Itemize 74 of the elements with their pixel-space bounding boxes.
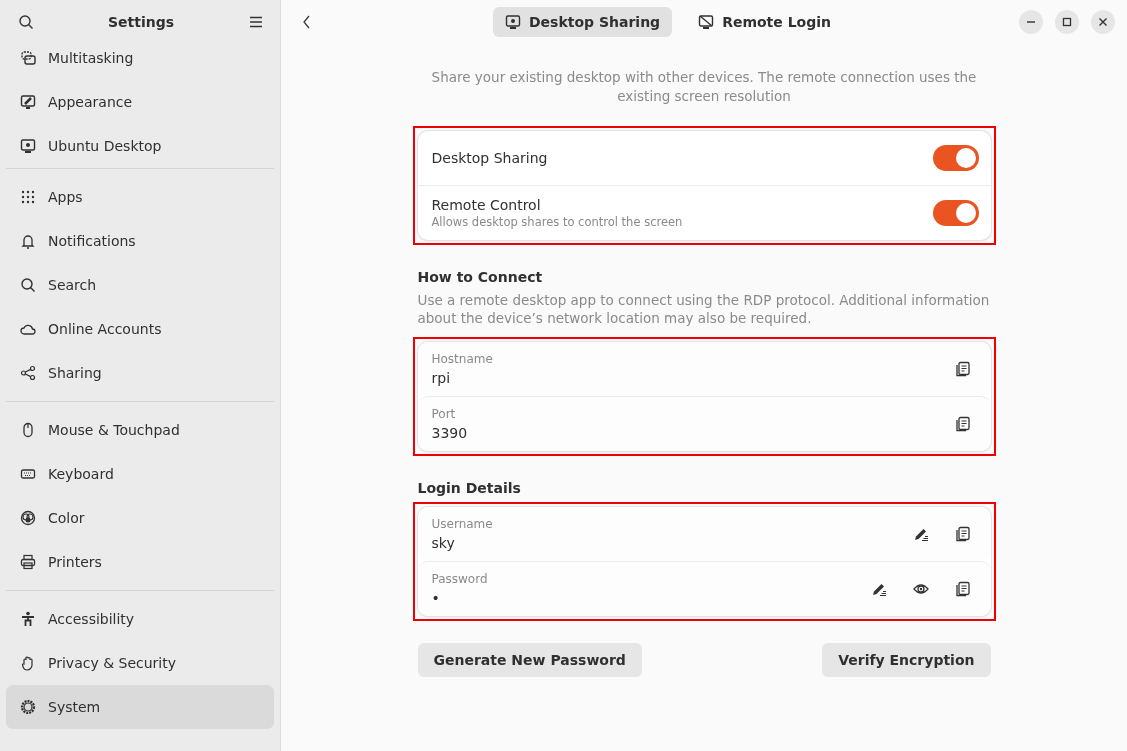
minimize-button[interactable] bbox=[1019, 10, 1043, 34]
toggle-switch[interactable] bbox=[932, 200, 979, 226]
close-button[interactable] bbox=[1091, 10, 1115, 34]
toggle-switch[interactable] bbox=[932, 145, 979, 171]
sidebar-item[interactable]: System bbox=[6, 685, 274, 729]
hand-icon bbox=[20, 655, 36, 671]
switch-label: Remote Control bbox=[431, 197, 542, 213]
printer-icon bbox=[20, 554, 36, 570]
sidebar-item[interactable]: Apps bbox=[6, 175, 274, 219]
field-label: Username bbox=[431, 517, 494, 531]
sidebar-item[interactable]: Search bbox=[6, 263, 274, 307]
pencil-icon bbox=[912, 526, 929, 542]
switch-subtitle: Allows desktop shares to control the screen bbox=[431, 215, 684, 229]
grid-icon bbox=[20, 189, 36, 205]
section-heading: Login Details bbox=[417, 480, 522, 496]
copy-button[interactable] bbox=[954, 361, 971, 377]
action-button[interactable]: Verify Encryption bbox=[822, 643, 991, 677]
copy-icon bbox=[954, 581, 971, 597]
search-icon bbox=[20, 277, 36, 293]
field-label: Hostname bbox=[431, 352, 494, 366]
bell-icon bbox=[20, 233, 36, 249]
copy-icon bbox=[954, 361, 971, 377]
field-value: rpi bbox=[431, 370, 452, 386]
search-icon bbox=[18, 14, 34, 30]
intro-text: Share your existing desktop with other devices. The remote connection uses the existing screen resolution bbox=[430, 68, 978, 106]
sidebar-item[interactable]: Accessibility bbox=[6, 597, 274, 641]
copy-button[interactable] bbox=[954, 526, 971, 542]
switch-label: Desktop Sharing bbox=[431, 150, 549, 166]
share-icon bbox=[20, 365, 36, 381]
monitor-icon bbox=[20, 138, 36, 154]
field-value: • bbox=[431, 590, 441, 606]
copy-button[interactable] bbox=[954, 581, 971, 597]
sidebar-item[interactable]: Sharing bbox=[6, 351, 274, 395]
monitor-brush-icon bbox=[20, 94, 36, 110]
reveal-button[interactable] bbox=[912, 581, 929, 597]
copy-button[interactable] bbox=[954, 416, 971, 432]
sidebar-item[interactable]: Printers bbox=[6, 540, 274, 584]
copy-icon bbox=[954, 416, 971, 432]
sidebar-title: Settings bbox=[107, 14, 175, 30]
sidebar-item[interactable]: Mouse & Touchpad bbox=[6, 408, 274, 452]
copy-icon bbox=[954, 526, 971, 542]
windows-icon bbox=[20, 50, 36, 66]
sidebar-item[interactable]: Multitasking bbox=[6, 36, 274, 80]
field-label: Port bbox=[431, 407, 457, 421]
sidebar-item[interactable]: Notifications bbox=[6, 219, 274, 263]
sidebar-item[interactable]: Ubuntu Desktop bbox=[6, 124, 274, 168]
keyboard-icon bbox=[20, 466, 36, 482]
menu-icon bbox=[248, 14, 264, 30]
maximize-button[interactable] bbox=[1055, 10, 1079, 34]
edit-button[interactable] bbox=[870, 581, 887, 597]
color-circles-icon bbox=[20, 510, 36, 526]
sidebar-item[interactable]: Appearance bbox=[6, 80, 274, 124]
person-icon bbox=[20, 611, 36, 627]
section-heading: How to Connect bbox=[417, 269, 544, 285]
gear-icon bbox=[20, 699, 36, 715]
sidebar-item[interactable]: Color bbox=[6, 496, 274, 540]
section-description: Use a remote desktop app to connect using the RDP protocol. Additional information about the device’s network location may also be required. bbox=[417, 291, 991, 327]
field-value: sky bbox=[431, 535, 456, 551]
edit-button[interactable] bbox=[912, 526, 929, 542]
minimize-icon bbox=[1027, 21, 1035, 23]
field-value: 3390 bbox=[431, 425, 469, 441]
sidebar-item[interactable]: Privacy & Security bbox=[6, 641, 274, 685]
pencil-icon bbox=[870, 581, 887, 597]
monitor-slash-icon bbox=[698, 14, 715, 30]
monitor-icon bbox=[505, 14, 521, 30]
sidebar-item[interactable]: Keyboard bbox=[6, 452, 274, 496]
tab[interactable]: Desktop Sharing bbox=[493, 7, 673, 37]
tab[interactable]: Remote Login bbox=[686, 7, 843, 37]
action-button[interactable]: Generate New Password bbox=[417, 643, 642, 677]
mouse-icon bbox=[20, 422, 36, 438]
field-label: Password bbox=[431, 572, 489, 586]
search-button[interactable] bbox=[16, 12, 36, 32]
eye-icon bbox=[912, 581, 929, 597]
sidebar-item[interactable]: Online Accounts bbox=[6, 307, 274, 351]
